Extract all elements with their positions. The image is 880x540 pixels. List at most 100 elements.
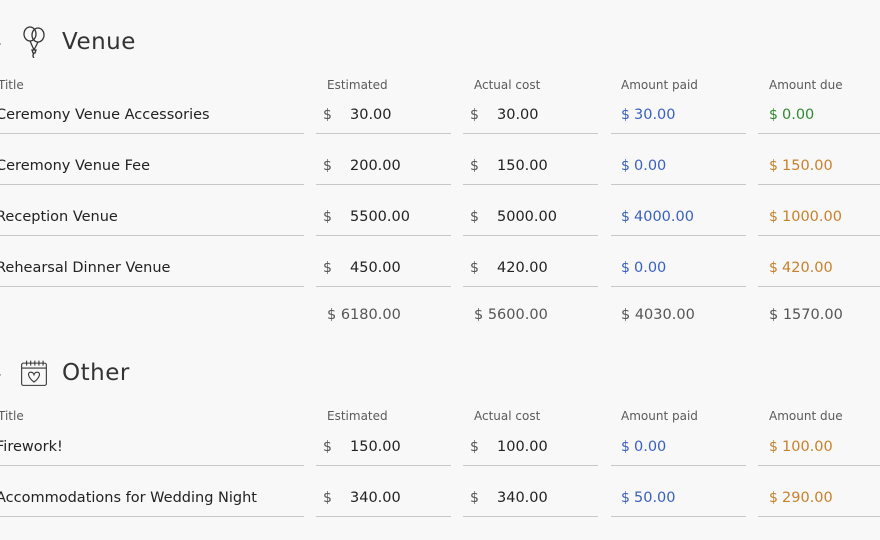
amount-paid-field[interactable]: $50.00 — [611, 479, 746, 517]
amount-due-field: $1000.00 — [758, 198, 880, 236]
estimated-value: 30.00 — [350, 106, 392, 123]
currency-symbol: $ — [323, 208, 332, 225]
actual-value: 340.00 — [497, 489, 548, 506]
currency-symbol: $ — [470, 157, 479, 174]
amount-paid-field[interactable]: $30.00 — [611, 96, 746, 134]
currency-symbol: $ — [323, 106, 332, 123]
actual-value: 5000.00 — [497, 208, 557, 225]
due-value: 420.00 — [782, 259, 833, 276]
actual-cost-field[interactable]: $340.00 — [463, 479, 598, 517]
currency-symbol: $ — [621, 106, 630, 123]
currency-symbol: $ — [769, 489, 778, 506]
total-estimated: $ 6180.00 — [327, 307, 401, 323]
chevron-down-icon[interactable]: ⌄ — [0, 36, 8, 49]
estimated-value: 5500.00 — [350, 208, 410, 225]
actual-value: 100.00 — [497, 438, 548, 455]
actual-value: 30.00 — [497, 106, 539, 123]
currency-symbol: $ — [621, 259, 630, 276]
estimated-field[interactable]: $30.00 — [316, 96, 451, 134]
column-header-paid: Amount paid — [621, 78, 698, 92]
column-header-title: Title — [0, 78, 24, 92]
section-header-venue[interactable]: ⌄ Venue — [0, 22, 136, 62]
currency-symbol: $ — [323, 489, 332, 506]
balloons-icon — [20, 25, 48, 59]
item-title-field[interactable]: Accommodations for Wedding Night — [0, 479, 304, 517]
paid-value: 30.00 — [634, 106, 676, 123]
due-value: 100.00 — [782, 438, 833, 455]
table-row: Rehearsal Dinner Venue $450.00 $420.00 $… — [0, 249, 880, 291]
column-header-actual: Actual cost — [474, 78, 541, 92]
currency-symbol: $ — [621, 489, 630, 506]
estimated-field[interactable]: $200.00 — [316, 147, 451, 185]
item-title-field[interactable]: Firework! — [0, 428, 304, 466]
currency-symbol: $ — [621, 157, 630, 174]
amount-paid-field[interactable]: $0.00 — [611, 147, 746, 185]
section-header-other[interactable]: ⌄ Other — [0, 353, 130, 393]
actual-cost-field[interactable]: $30.00 — [463, 96, 598, 134]
currency-symbol: $ — [323, 438, 332, 455]
currency-symbol: $ — [769, 259, 778, 276]
currency-symbol: $ — [769, 208, 778, 225]
chevron-down-icon[interactable]: ⌄ — [0, 367, 8, 380]
column-header-paid: Amount paid — [621, 409, 698, 423]
section-title: Other — [62, 360, 130, 386]
paid-value: 0.00 — [634, 157, 667, 174]
item-title-field[interactable]: Ceremony Venue Accessories — [0, 96, 304, 134]
currency-symbol: $ — [621, 208, 630, 225]
paid-value: 0.00 — [634, 438, 667, 455]
amount-paid-field[interactable]: $4000.00 — [611, 198, 746, 236]
currency-symbol: $ — [470, 489, 479, 506]
total-due: $ 1570.00 — [769, 307, 843, 323]
estimated-field[interactable]: $5500.00 — [316, 198, 451, 236]
due-value: 150.00 — [782, 157, 833, 174]
column-header-estimated: Estimated — [327, 78, 388, 92]
calendar-heart-icon — [20, 356, 48, 390]
paid-value: 0.00 — [634, 259, 667, 276]
actual-cost-field[interactable]: $150.00 — [463, 147, 598, 185]
estimated-value: 450.00 — [350, 259, 401, 276]
column-header-estimated: Estimated — [327, 409, 388, 423]
currency-symbol: $ — [769, 106, 778, 123]
column-header-title: Title — [0, 409, 24, 423]
estimated-value: 200.00 — [350, 157, 401, 174]
item-title-field[interactable]: Ceremony Venue Fee — [0, 147, 304, 185]
amount-due-field: $150.00 — [758, 147, 880, 185]
totals-row: $ 6180.00 $ 5600.00 $ 4030.00 $ 1570.00 — [0, 307, 880, 331]
estimated-field[interactable]: $150.00 — [316, 428, 451, 466]
amount-due-field: $100.00 — [758, 428, 880, 466]
budget-page: ⌄ Venue Title Estimated Actual cost Amou… — [0, 0, 880, 540]
amount-paid-field[interactable]: $0.00 — [611, 428, 746, 466]
currency-symbol: $ — [470, 259, 479, 276]
paid-value: 4000.00 — [634, 208, 694, 225]
currency-symbol: $ — [621, 438, 630, 455]
currency-symbol: $ — [470, 438, 479, 455]
amount-due-field: $290.00 — [758, 479, 880, 517]
table-row: Firework! $150.00 $100.00 $0.00 $100.00 — [0, 428, 880, 470]
total-actual: $ 5600.00 — [474, 307, 548, 323]
actual-cost-field[interactable]: $100.00 — [463, 428, 598, 466]
currency-symbol: $ — [769, 438, 778, 455]
actual-value: 420.00 — [497, 259, 548, 276]
table-row: Ceremony Venue Accessories $30.00 $30.00… — [0, 96, 880, 138]
currency-symbol: $ — [323, 259, 332, 276]
item-title-field[interactable]: Rehearsal Dinner Venue — [0, 249, 304, 287]
actual-value: 150.00 — [497, 157, 548, 174]
estimated-value: 150.00 — [350, 438, 401, 455]
estimated-field[interactable]: $450.00 — [316, 249, 451, 287]
table-row: Reception Venue $5500.00 $5000.00 $4000.… — [0, 198, 880, 240]
estimated-value: 340.00 — [350, 489, 401, 506]
table-row: Ceremony Venue Fee $200.00 $150.00 $0.00… — [0, 147, 880, 189]
estimated-field[interactable]: $340.00 — [316, 479, 451, 517]
item-title-field[interactable]: Reception Venue — [0, 198, 304, 236]
paid-value: 50.00 — [634, 489, 676, 506]
column-header-due: Amount due — [769, 78, 843, 92]
due-value: 0.00 — [782, 106, 815, 123]
total-paid: $ 4030.00 — [621, 307, 695, 323]
amount-paid-field[interactable]: $0.00 — [611, 249, 746, 287]
currency-symbol: $ — [470, 208, 479, 225]
table-row: Accommodations for Wedding Night $340.00… — [0, 479, 880, 521]
actual-cost-field[interactable]: $5000.00 — [463, 198, 598, 236]
actual-cost-field[interactable]: $420.00 — [463, 249, 598, 287]
due-value: 1000.00 — [782, 208, 842, 225]
amount-due-field: $420.00 — [758, 249, 880, 287]
